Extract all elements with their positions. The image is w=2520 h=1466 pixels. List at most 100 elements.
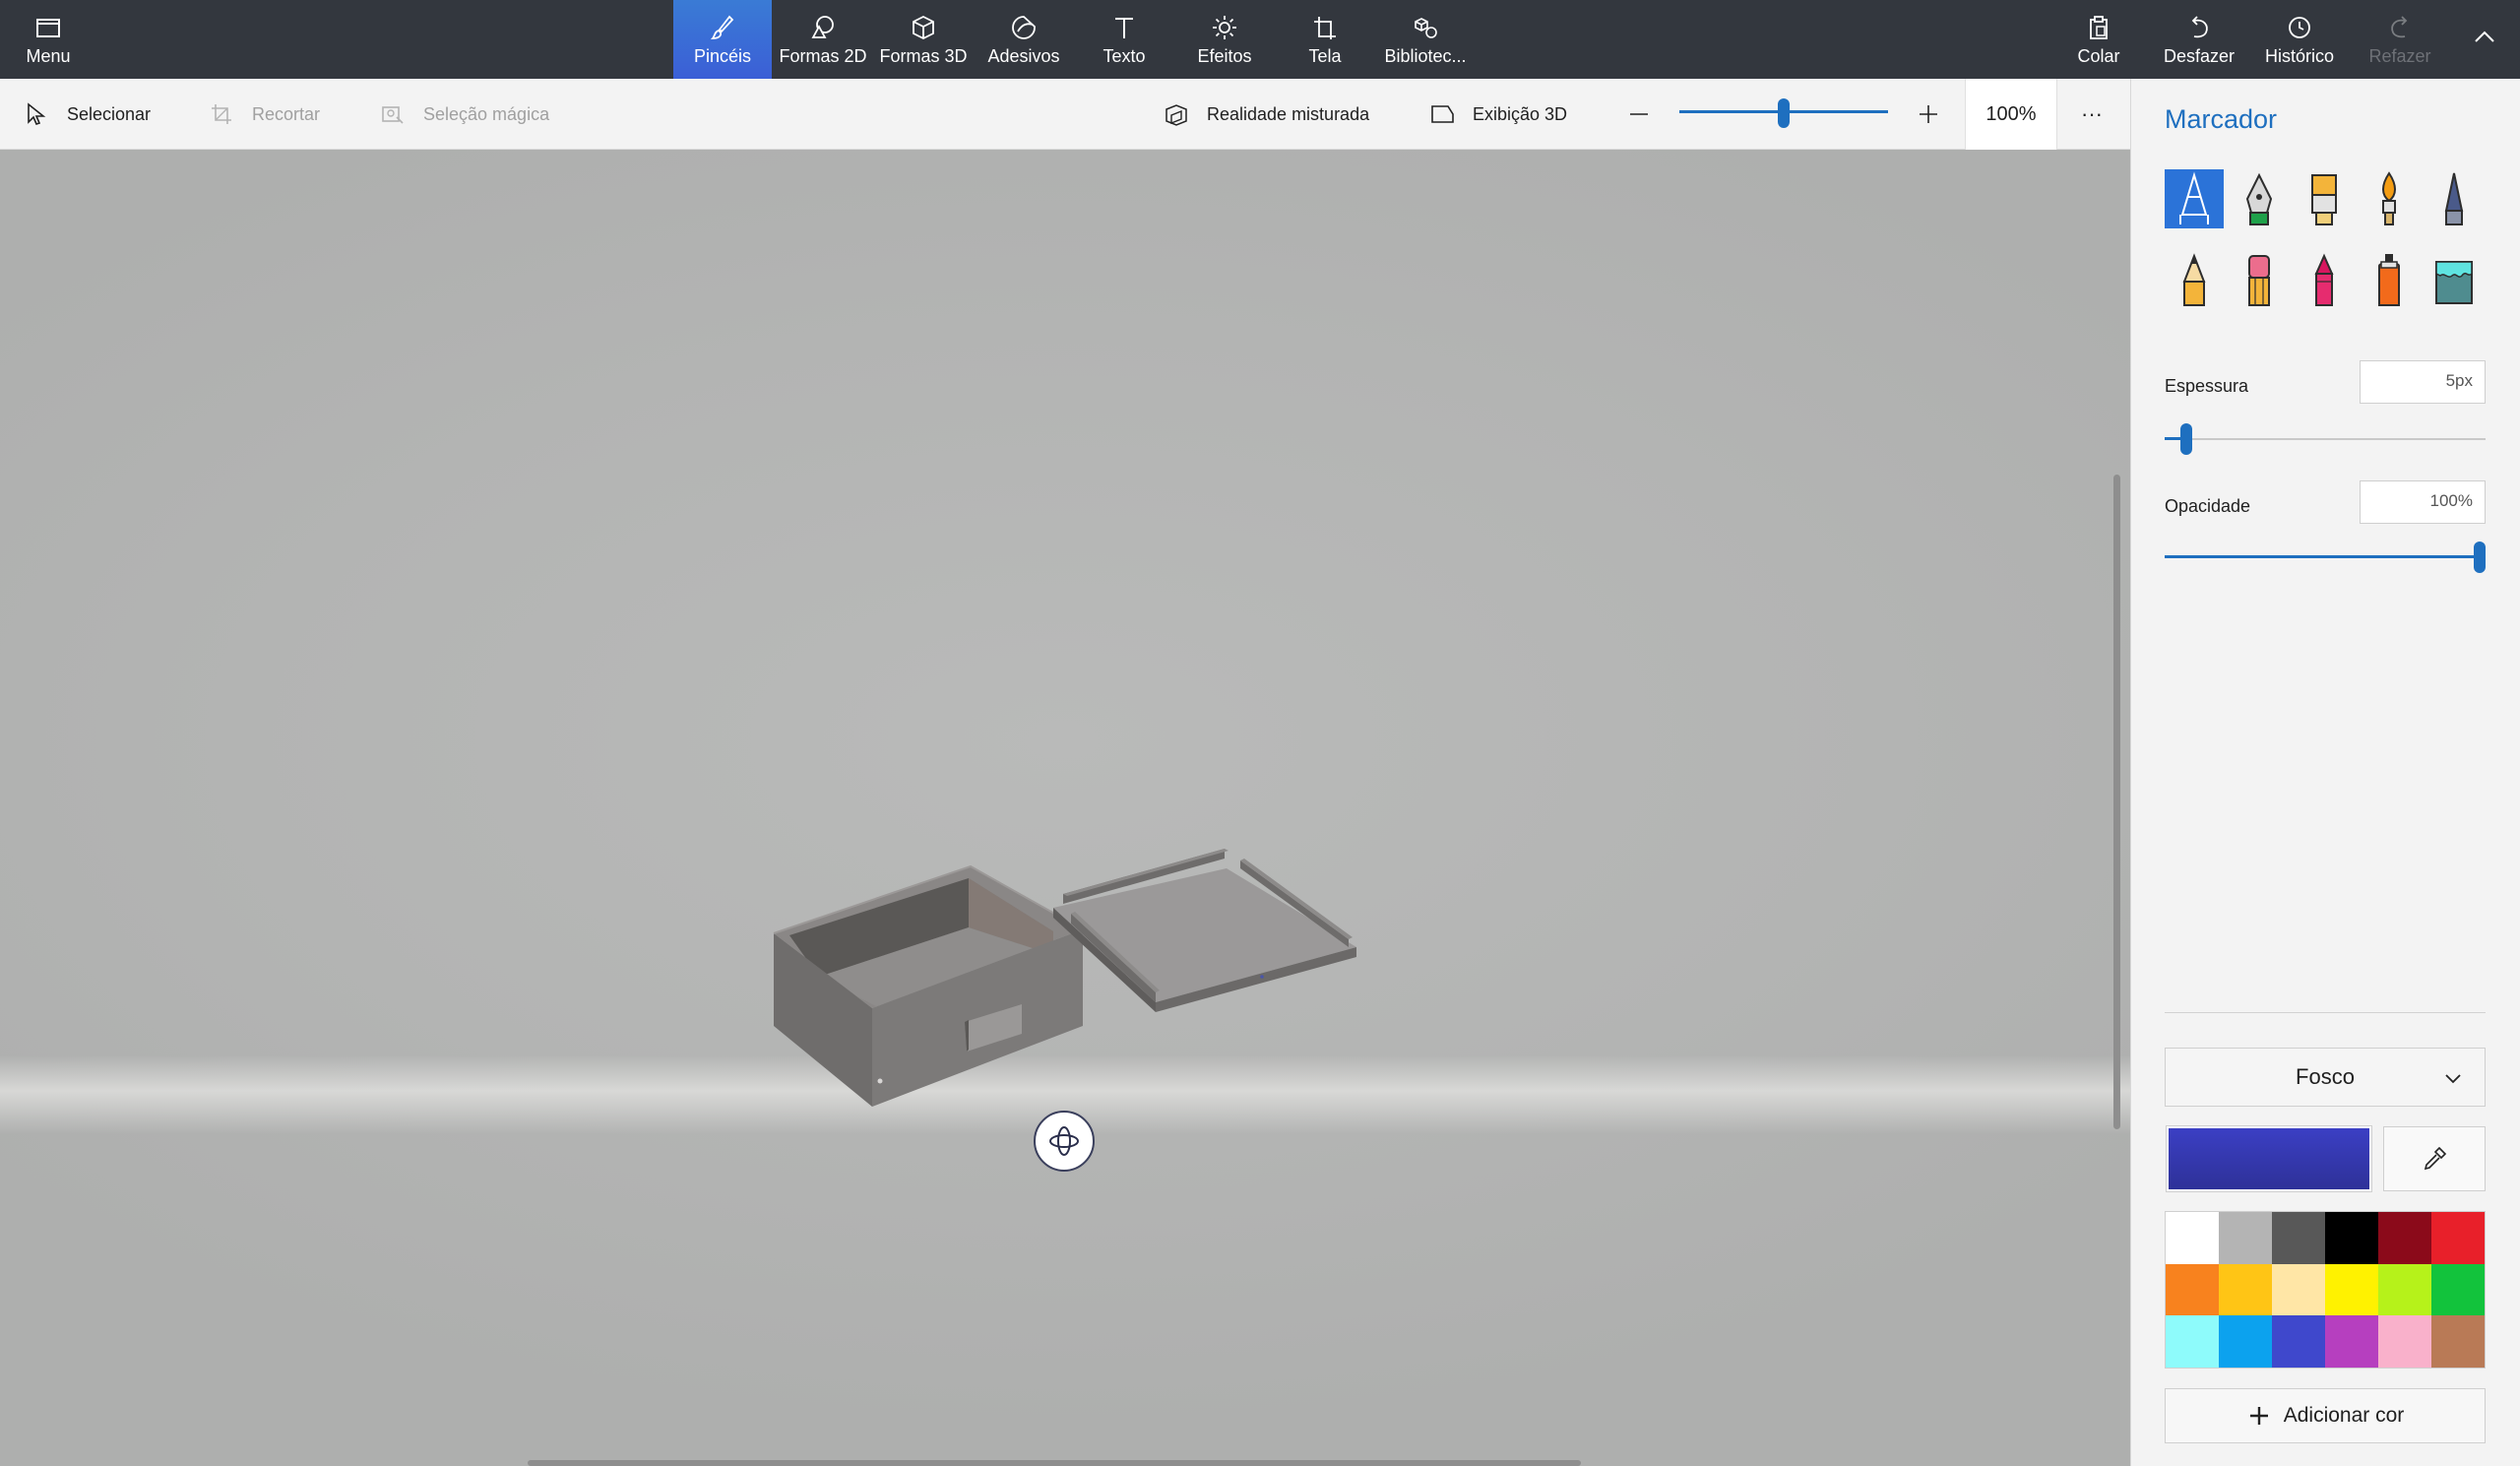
collapse-ribbon-button[interactable] <box>2461 0 2508 79</box>
opacity-slider[interactable] <box>2165 540 2486 575</box>
palette-swatch[interactable] <box>2272 1212 2325 1264</box>
zoom-slider[interactable] <box>1679 98 1888 128</box>
palette-swatch[interactable] <box>2325 1315 2378 1368</box>
zoom-slider-thumb[interactable] <box>1778 98 1790 128</box>
palette-swatch[interactable] <box>2219 1263 2272 1316</box>
brush-calligraphy-pen[interactable] <box>2230 169 2289 228</box>
undo-label: Desfazer <box>2163 45 2236 66</box>
box-lid-model <box>1053 849 1356 1012</box>
opacity-input[interactable]: 100% <box>2360 480 2486 524</box>
crop-tool[interactable]: Recortar <box>209 79 320 150</box>
tool-brushes[interactable]: Pincéis <box>673 0 772 79</box>
tool-stickers[interactable]: Adesivos <box>975 0 1073 79</box>
oil-brush-icon <box>2311 174 2337 225</box>
brush-crayon[interactable] <box>2295 250 2354 309</box>
palette-swatch[interactable] <box>2378 1315 2431 1368</box>
brush-eraser[interactable] <box>2230 250 2289 309</box>
redo-label: Refazer <box>2368 45 2431 66</box>
tool-brushes-label: Pincéis <box>693 45 752 66</box>
add-color-button[interactable]: Adicionar cor <box>2165 1388 2486 1443</box>
opacity-label: Opacidade <box>2165 496 2251 516</box>
tool-text-label: Texto <box>1102 45 1146 66</box>
canvas-3d-view[interactable] <box>0 150 2130 1466</box>
tool-stickers-label: Adesivos <box>987 45 1060 66</box>
brush-marker[interactable] <box>2165 169 2224 228</box>
magic-select-icon <box>382 106 404 124</box>
opacity-slider-thumb[interactable] <box>2474 542 2486 573</box>
crop-icon <box>212 104 231 124</box>
horizontal-scrollbar[interactable] <box>528 1460 1581 1466</box>
menu-button[interactable]: Menu <box>18 0 79 79</box>
view-3d-icon <box>1431 105 1454 123</box>
finish-dropdown[interactable]: Fosco <box>2165 1048 2486 1107</box>
more-options-button[interactable]: ··· <box>2081 79 2103 150</box>
palette-swatch[interactable] <box>2166 1212 2219 1264</box>
palette-swatch[interactable] <box>2378 1263 2431 1316</box>
paste-label: Colar <box>2077 45 2120 66</box>
palette-swatch[interactable] <box>2325 1263 2378 1316</box>
eyedropper-button[interactable] <box>2383 1126 2486 1191</box>
zoom-in-button[interactable] <box>1916 79 1941 150</box>
box-base-model <box>773 864 1084 1107</box>
select-tool[interactable]: Selecionar <box>24 79 151 150</box>
plus-icon <box>2249 1407 2268 1425</box>
brush-fill[interactable] <box>2425 250 2484 309</box>
history-icon <box>2289 16 2310 38</box>
current-color-swatch[interactable] <box>2167 1126 2371 1191</box>
brush-watercolor[interactable] <box>2360 169 2419 228</box>
paste-button[interactable]: Colar <box>2048 0 2150 79</box>
brush-pencil[interactable] <box>2165 250 2224 309</box>
select-label: Selecionar <box>67 103 152 124</box>
undo-button[interactable]: Desfazer <box>2150 0 2248 79</box>
palette-swatch[interactable] <box>2166 1315 2219 1368</box>
rotate-3d-icon <box>1049 1126 1079 1156</box>
palette-swatch[interactable] <box>2219 1315 2272 1368</box>
tool-effects[interactable]: Efeitos <box>1175 0 1274 79</box>
palette-swatch[interactable] <box>2272 1315 2325 1368</box>
sticker-icon <box>1012 15 1036 39</box>
menu-label: Menu <box>26 45 71 66</box>
mixed-reality-button[interactable]: Realidade misturada <box>1164 79 1369 150</box>
cube-icon <box>913 15 934 39</box>
tool-3d-shapes[interactable]: Formas 3D <box>874 0 973 79</box>
tool-canvas[interactable]: Tela <box>1276 0 1374 79</box>
zoom-percent-field[interactable]: 100% <box>1965 79 2057 150</box>
vertical-scrollbar[interactable] <box>2113 475 2120 1129</box>
chevron-down-icon <box>2445 1074 2461 1084</box>
3d-box-model[interactable] <box>758 721 1368 1154</box>
rotate-3d-handle[interactable] <box>1034 1111 1095 1172</box>
brush-spray-can[interactable] <box>2360 250 2419 309</box>
brush-pixel-pen[interactable] <box>2425 169 2484 228</box>
tool-2d-shapes[interactable]: Formas 2D <box>774 0 872 79</box>
palette-swatch[interactable] <box>2431 1263 2485 1316</box>
zoom-out-button[interactable] <box>1626 79 1652 150</box>
magic-select-tool[interactable]: Seleção mágica <box>380 79 549 150</box>
crayon-icon <box>2314 253 2334 306</box>
tool-effects-label: Efeitos <box>1197 45 1252 66</box>
top-ribbon: Menu Pincéis Formas 2D Formas 3D Adesivo… <box>0 0 2520 79</box>
palette-swatch[interactable] <box>2166 1263 2219 1316</box>
view-3d-button[interactable]: Exibição 3D <box>1429 79 1567 150</box>
paint-3d-window: Menu Pincéis Formas 2D Formas 3D Adesivo… <box>0 0 2520 1466</box>
paste-icon <box>2090 15 2108 39</box>
brush-oil[interactable] <box>2295 169 2354 228</box>
thickness-input[interactable]: 5px <box>2360 360 2486 404</box>
palette-swatch[interactable] <box>2431 1212 2485 1264</box>
marker-icon <box>2179 171 2209 224</box>
history-button[interactable]: Histórico <box>2248 0 2351 79</box>
tool-library[interactable]: Bibliotec... <box>1376 0 1475 79</box>
palette-swatch[interactable] <box>2378 1212 2431 1264</box>
zoom-percent-value: 100% <box>1985 102 2037 125</box>
thickness-slider[interactable] <box>2165 421 2486 457</box>
canvas-crop-icon <box>1314 16 1336 39</box>
thickness-slider-thumb[interactable] <box>2180 423 2192 455</box>
panel-title: Marcador <box>2165 104 2278 134</box>
redo-button[interactable]: Refazer <box>2351 0 2449 79</box>
palette-swatch[interactable] <box>2431 1315 2485 1368</box>
shapes-2d-icon <box>811 15 834 38</box>
palette-swatch[interactable] <box>2219 1212 2272 1264</box>
palette-swatch[interactable] <box>2272 1263 2325 1316</box>
palette-swatch[interactable] <box>2325 1212 2378 1264</box>
tool-text[interactable]: Texto <box>1075 0 1173 79</box>
brush-properties-panel: Marcador Espessura 5px Opacidade 100% Fo… <box>2130 79 2520 1466</box>
